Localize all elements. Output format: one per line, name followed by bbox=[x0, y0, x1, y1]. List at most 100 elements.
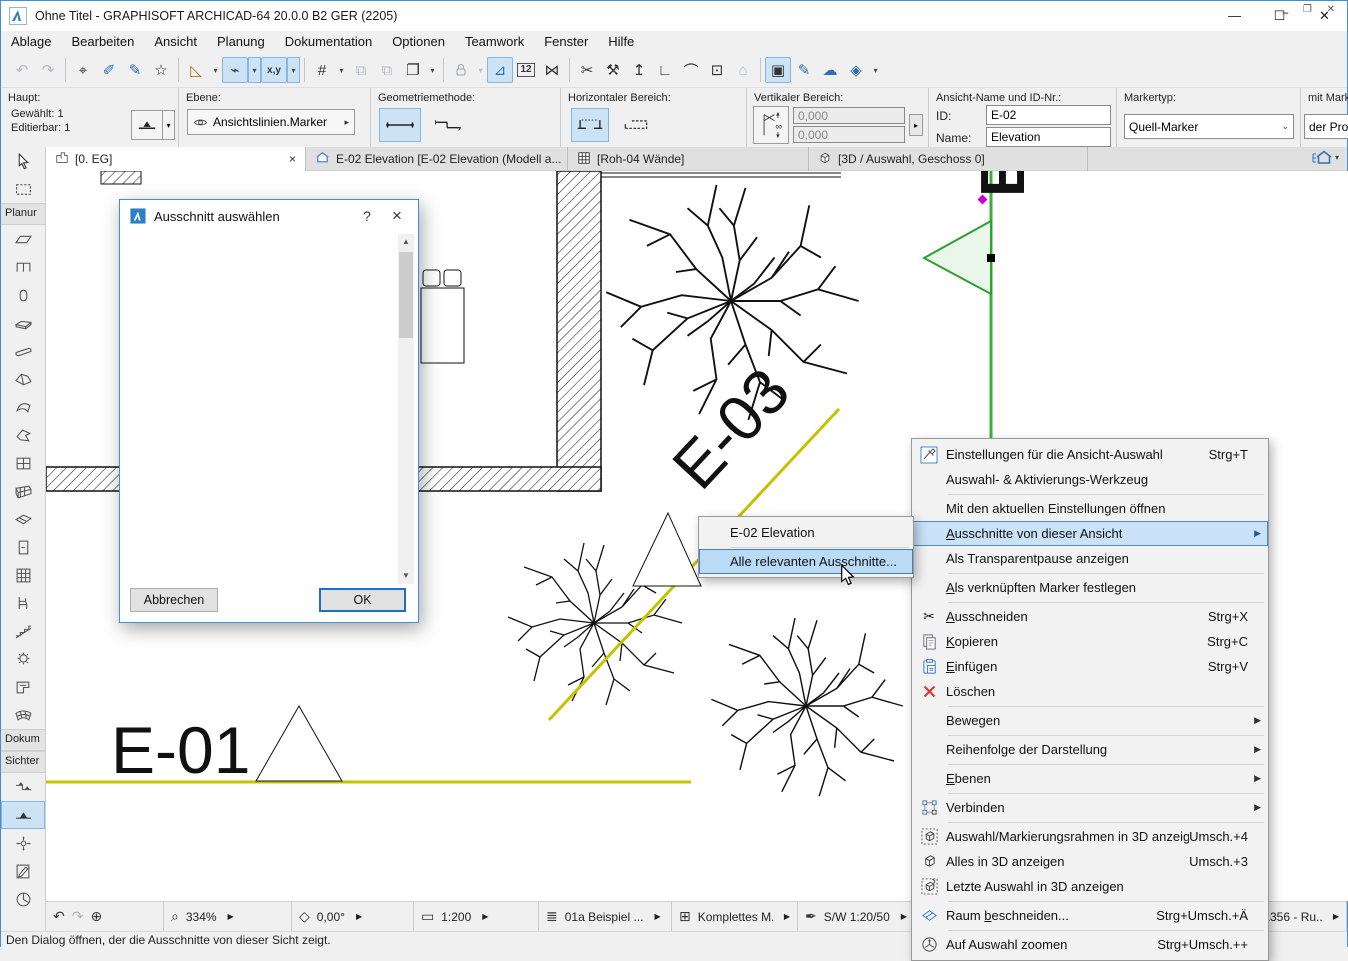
zoom-in-icon[interactable]: ⊕ bbox=[90, 908, 102, 925]
trace-reference-b-icon[interactable]: ⧉ bbox=[374, 57, 400, 83]
flyout-arrow-icon[interactable]: ▶ bbox=[228, 912, 234, 921]
stair-tool-icon[interactable] bbox=[1, 617, 45, 645]
interior-elevation-tool-icon[interactable] bbox=[1, 829, 45, 857]
favorites-icon[interactable]: ☆ bbox=[148, 57, 174, 83]
menu-ansicht[interactable]: Ansicht bbox=[144, 31, 207, 53]
guide-lines-dropdown-icon[interactable]: ▾ bbox=[209, 57, 222, 83]
arrow-tool-icon[interactable] bbox=[1, 147, 45, 175]
zone-tool-icon[interactable] bbox=[1, 673, 45, 701]
lock-dropdown-icon[interactable]: ▾ bbox=[474, 57, 487, 83]
scroll-up-icon[interactable]: ▲ bbox=[398, 234, 414, 250]
tab-3d[interactable]: [3D / Auswahl, Geschoss 0] bbox=[809, 147, 1088, 171]
haupt-dropdown-icon[interactable]: ▾ bbox=[162, 110, 175, 140]
grid-dropdown-icon[interactable]: ▾ bbox=[335, 57, 348, 83]
cut-elements-icon[interactable]: ✂ bbox=[574, 57, 600, 83]
adjust-icon[interactable]: ↥ bbox=[626, 57, 652, 83]
menu-item-ebenen[interactable]: Ebenen▶ bbox=[912, 766, 1268, 791]
dialog-title-bar[interactable]: Ausschnitt auswählen ? × bbox=[120, 200, 418, 232]
virtual-trace-dropdown-icon[interactable]: ▾ bbox=[426, 57, 439, 83]
status-zoom-level[interactable]: ⌕334%▶ bbox=[164, 902, 292, 931]
scrollbar[interactable]: ▲ ▼ bbox=[398, 234, 414, 584]
menu-item-auswahl-markierungsrahmen-in-3d-anzeigen[interactable]: Auswahl/Markierungsrahmen in 3D anzeigen… bbox=[912, 824, 1268, 849]
menu-item-als-verknüpften-marker-festlegen[interactable]: Als verknüpften Marker festlegen bbox=[912, 575, 1268, 600]
menu-item-verbinden[interactable]: Verbinden▶ bbox=[912, 795, 1268, 820]
status-pen-set[interactable]: ✒S/W 1:20/50▶ bbox=[798, 902, 920, 931]
menu-item-mit-den-aktuellen-einstellungen-öffnen[interactable]: Mit den aktuellen Einstellungen öffnen bbox=[912, 496, 1268, 521]
measure-icon[interactable]: 12 bbox=[513, 57, 539, 83]
curtain-wall-tool-icon[interactable] bbox=[1, 477, 45, 505]
geometry-simple-button[interactable] bbox=[379, 108, 421, 142]
flyout-arrow-icon[interactable]: ▶ bbox=[356, 912, 362, 921]
view-name-field[interactable] bbox=[986, 127, 1111, 147]
menu-item-raum-beschneiden-[interactable]: Raum beschneiden...Strg+Umsch.+Ä bbox=[912, 903, 1268, 928]
status-orientation[interactable]: ◇0,00°▶ bbox=[292, 902, 414, 931]
status-scale[interactable]: ▭1:200▶ bbox=[414, 902, 539, 931]
menu-dokumentation[interactable]: Dokumentation bbox=[275, 31, 382, 53]
elevation-marker-e03[interactable] bbox=[633, 513, 701, 586]
with-marker-select[interactable]: der Pro bbox=[1304, 114, 1348, 139]
worksheet-tool-icon[interactable] bbox=[1, 857, 45, 885]
window-tool-icon[interactable] bbox=[1, 449, 45, 477]
menu-item-kopieren[interactable]: KopierenStrg+C bbox=[912, 629, 1268, 654]
tab-schedule[interactable]: [Roh-04 Wände] bbox=[568, 147, 809, 171]
hrange-infinite-button[interactable] bbox=[617, 108, 655, 142]
submenu-item-e-02-elevation[interactable]: E-02 Elevation bbox=[699, 520, 913, 545]
vrange-button[interactable]: ∞ bbox=[753, 106, 789, 144]
menu-optionen[interactable]: Optionen bbox=[382, 31, 455, 53]
menu-hilfe[interactable]: Hilfe bbox=[598, 31, 644, 53]
marquee-3d-icon[interactable]: ▣ bbox=[765, 57, 791, 83]
marquee-tool-icon[interactable] bbox=[1, 175, 45, 203]
undo-icon[interactable]: ↶ bbox=[9, 57, 35, 83]
ok-button[interactable]: OK bbox=[319, 588, 406, 612]
menu-item-letzte-auswahl-in-3d-anzeigen[interactable]: Letzte Auswahl in 3D anzeigen bbox=[912, 874, 1268, 899]
lock-icon[interactable] bbox=[448, 57, 474, 83]
home-story-icon[interactable]: ⌂ bbox=[730, 57, 756, 83]
cancel-button[interactable]: Abbrechen bbox=[130, 588, 218, 612]
split-icon[interactable]: ⚒ bbox=[600, 57, 626, 83]
menu-item-ausschneiden[interactable]: ✂AusschneidenStrg+X bbox=[912, 604, 1268, 629]
flyout-arrow-icon[interactable]: ▶ bbox=[654, 912, 660, 921]
guide-lines-icon[interactable]: ◺ bbox=[183, 57, 209, 83]
status-model-view-options[interactable]: ⊞Komplettes M...▶ bbox=[672, 902, 798, 931]
stretch-icon[interactable]: ⋈ bbox=[539, 57, 565, 83]
minimize-button[interactable]: — bbox=[1212, 1, 1257, 31]
pickup-parameters-icon[interactable]: ✐ bbox=[96, 57, 122, 83]
flyout-arrow-icon[interactable]: ▶ bbox=[482, 912, 488, 921]
elevation-marker-e01[interactable] bbox=[256, 706, 342, 781]
mdi-window-controls[interactable]: ‗ ❐ ✕ bbox=[1283, 4, 1341, 15]
tab-elevation[interactable]: E-02 Elevation [E-02 Elevation (Modell a… bbox=[306, 147, 568, 171]
trace-reference-icon[interactable]: ⧉ bbox=[348, 57, 374, 83]
menu-bearbeiten[interactable]: Bearbeiten bbox=[61, 31, 144, 53]
menu-item-ausschnitte-von-dieser-ansicht[interactable]: Ausschnitte von dieser Ansicht▶ bbox=[912, 521, 1268, 546]
menu-fenster[interactable]: Fenster bbox=[534, 31, 598, 53]
layer-selector[interactable]: Ansichtslinien.Marker ▸ bbox=[187, 109, 355, 135]
vrange-expand-icon[interactable]: ▸ bbox=[909, 114, 923, 136]
door-panel-tool-icon[interactable] bbox=[1, 533, 45, 561]
help-button[interactable]: ? bbox=[356, 208, 378, 224]
virtual-trace-icon[interactable]: ❐ bbox=[400, 57, 426, 83]
morph-tool-icon[interactable] bbox=[1, 421, 45, 449]
grid-snap-icon[interactable]: # bbox=[309, 57, 335, 83]
menu-item-bewegen[interactable]: Bewegen▶ bbox=[912, 708, 1268, 733]
snap-guides-icon[interactable]: ⌁ bbox=[222, 57, 248, 83]
history-back-icon[interactable]: ↶ bbox=[53, 908, 65, 925]
default-settings-button[interactable] bbox=[131, 110, 163, 140]
markup-icon[interactable]: ✎ bbox=[791, 57, 817, 83]
flyout-arrow-icon[interactable]: ▶ bbox=[784, 912, 790, 921]
menu-planung[interactable]: Planung bbox=[207, 31, 275, 53]
scroll-thumb[interactable] bbox=[399, 252, 413, 338]
wall-tool-icon[interactable] bbox=[1, 225, 45, 253]
vrange-top-field[interactable] bbox=[793, 107, 905, 124]
window-grid-tool-icon[interactable] bbox=[1, 561, 45, 589]
menu-ablage[interactable]: Ablage bbox=[1, 31, 61, 53]
flyout-arrow-icon[interactable]: ▶ bbox=[901, 912, 907, 921]
intersect-icon[interactable]: ∟ bbox=[652, 57, 678, 83]
cloud-revision-icon[interactable]: ☁ bbox=[817, 57, 843, 83]
slab-tool-icon[interactable] bbox=[1, 309, 45, 337]
menu-item-einstellungen-für-die-ansicht-auswahl[interactable]: Einstellungen für die Ansicht-AuswahlStr… bbox=[912, 442, 1268, 467]
menu-item-einfügen[interactable]: EinfügenStrg+V bbox=[912, 654, 1268, 679]
beam-tool-icon[interactable] bbox=[1, 337, 45, 365]
section-step-tool-icon[interactable] bbox=[1, 773, 45, 801]
elevation-tool-icon[interactable] bbox=[1, 801, 45, 829]
tab-close-icon[interactable]: × bbox=[289, 152, 296, 166]
